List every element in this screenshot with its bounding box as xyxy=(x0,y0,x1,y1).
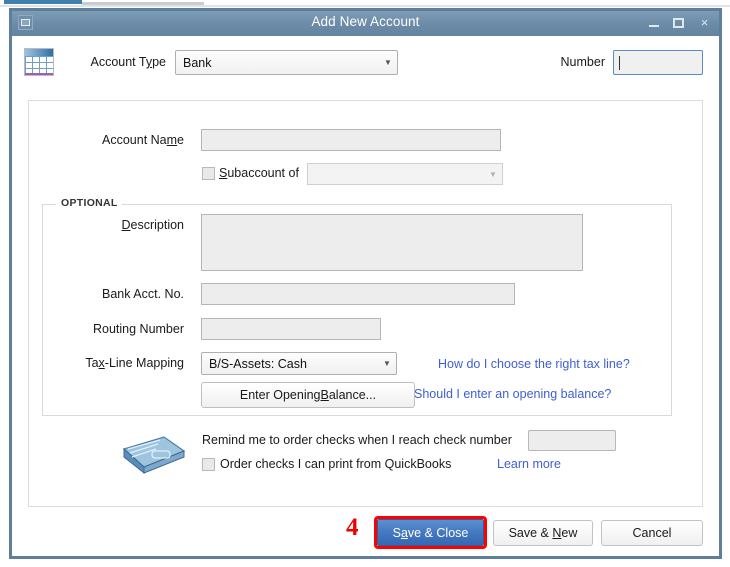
opening-balance-help-link[interactable]: Should I enter an opening balance? xyxy=(414,387,611,401)
learn-more-link[interactable]: Learn more xyxy=(497,457,561,471)
dialog-title-bar: Add New Account × xyxy=(12,11,719,36)
window-controls: × xyxy=(647,15,712,30)
enter-opening-balance-button[interactable]: Enter Opening Balance... xyxy=(201,382,415,408)
account-name-label: Account Name xyxy=(102,133,184,147)
routing-number-input[interactable] xyxy=(201,318,381,340)
account-name-input[interactable] xyxy=(201,129,501,151)
bank-account-number-label: Bank Acct. No. xyxy=(102,287,184,301)
cancel-button[interactable]: Cancel xyxy=(601,520,703,546)
number-input[interactable] xyxy=(613,50,703,75)
tax-line-mapping-value: B/S-Assets: Cash xyxy=(209,356,307,371)
description-label: Description xyxy=(121,218,184,232)
description-textarea[interactable] xyxy=(201,214,583,271)
number-label: Number xyxy=(560,55,605,69)
minimize-icon[interactable] xyxy=(647,15,662,30)
account-type-label: Account Type xyxy=(90,55,166,69)
maximize-icon[interactable] xyxy=(672,15,687,30)
account-type-value: Bank xyxy=(183,55,212,70)
subaccount-label: Subaccount of xyxy=(219,166,299,180)
optional-group-legend: OPTIONAL xyxy=(58,197,121,209)
checkbook-icon xyxy=(122,436,186,475)
background-separator xyxy=(0,5,730,7)
step-annotation-4: 4 xyxy=(346,514,359,541)
close-icon[interactable]: × xyxy=(697,15,712,30)
optional-group-border-right xyxy=(122,204,672,205)
order-checks-label: Order checks I can print from QuickBooks xyxy=(220,457,452,471)
save-and-new-button[interactable]: Save & New xyxy=(493,520,593,546)
chevron-down-icon: ▼ xyxy=(383,359,391,368)
dialog-title: Add New Account xyxy=(311,14,420,29)
check-reminder-label: Remind me to order checks when I reach c… xyxy=(202,433,512,447)
chevron-down-icon: ▼ xyxy=(384,58,392,67)
account-type-row: Account Type Bank ▼ Number xyxy=(12,36,719,92)
chevron-down-icon: ▼ xyxy=(489,169,497,179)
background-tab-active xyxy=(4,0,82,4)
tax-line-help-link[interactable]: How do I choose the right tax line? xyxy=(438,357,630,371)
bank-account-number-input[interactable] xyxy=(201,283,515,305)
subaccount-dropdown[interactable]: ▼ xyxy=(307,163,503,185)
save-close-highlight: Save & Close xyxy=(374,516,487,549)
check-number-input[interactable] xyxy=(528,430,616,451)
text-caret xyxy=(619,55,620,70)
account-type-dropdown[interactable]: Bank ▼ xyxy=(175,50,398,75)
add-new-account-dialog: Add New Account × Account Type Bank ▼ Nu… xyxy=(9,8,722,559)
account-grid-icon xyxy=(24,48,54,76)
routing-number-label: Routing Number xyxy=(92,322,184,336)
tax-line-mapping-label: Tax-Line Mapping xyxy=(85,356,184,370)
subaccount-checkbox[interactable] xyxy=(202,167,215,180)
order-checks-checkbox[interactable] xyxy=(202,458,215,471)
save-and-close-button[interactable]: Save & Close xyxy=(377,519,484,546)
tax-line-mapping-dropdown[interactable]: B/S-Assets: Cash ▼ xyxy=(201,352,397,375)
optional-group-border-left xyxy=(42,204,56,205)
